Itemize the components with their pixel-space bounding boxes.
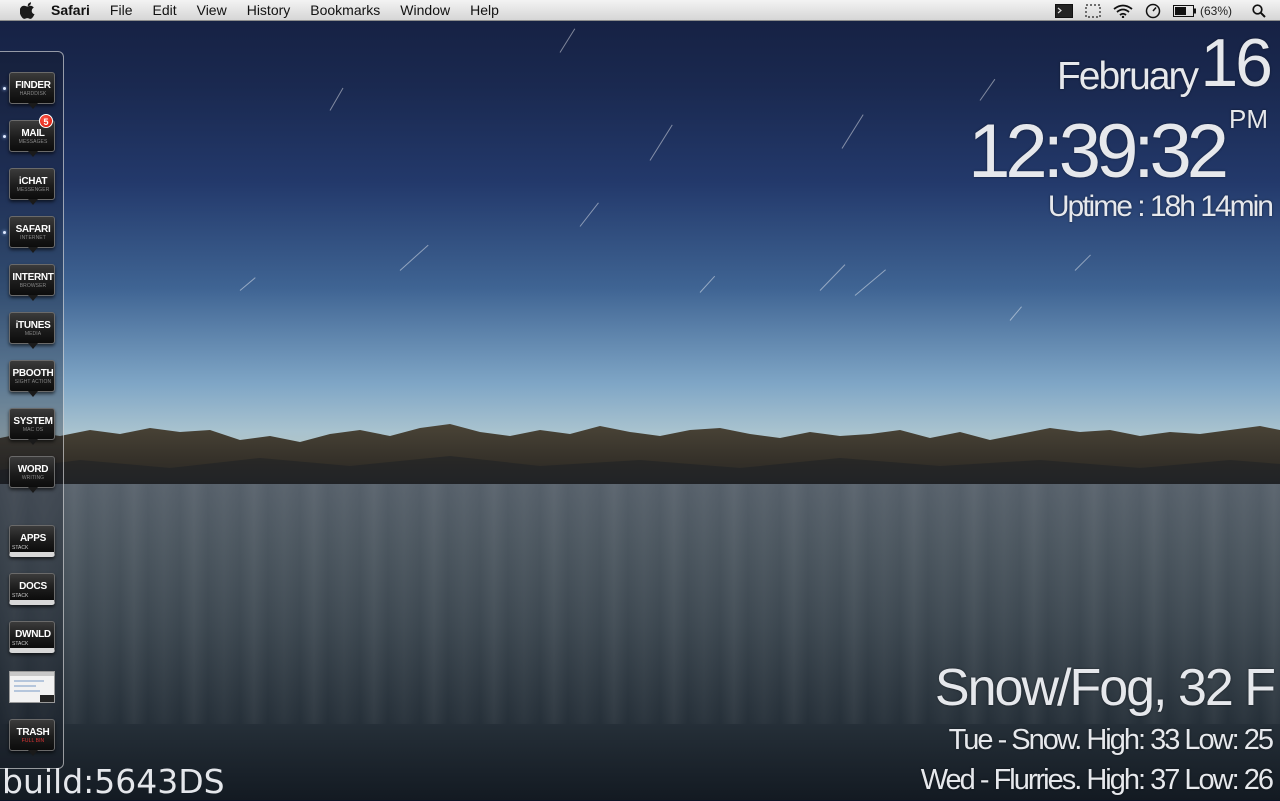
battery-icon [1172, 4, 1196, 17]
dock-item-label: SYSTEM [13, 416, 53, 427]
dock-item-finder[interactable]: FINDER HARDDISK [3, 72, 57, 109]
stack-sublabel: STACK [12, 593, 29, 599]
wifi-icon[interactable] [1113, 4, 1133, 18]
dock-stack-apps[interactable]: APPS STACK [9, 525, 57, 559]
dock-item-label: DOCS [19, 581, 47, 592]
dock: FINDER HARDDISK MAIL MESSAGES 5 iCHAT ME… [0, 51, 64, 769]
dock-item-label: SAFARI [15, 224, 51, 235]
build-label: build:5643DS [2, 762, 225, 801]
dock-item-label: INTERNT [12, 272, 54, 283]
dock-item-sublabel: BROWSER [19, 283, 47, 289]
dock-item-sublabel: MESSENGER [16, 187, 50, 193]
app-menu-safari[interactable]: Safari [47, 0, 100, 21]
menu-window[interactable]: Window [390, 0, 460, 21]
menu-file[interactable]: File [100, 0, 143, 21]
running-indicator [3, 135, 6, 138]
menu-history[interactable]: History [237, 0, 301, 21]
terminal-icon[interactable] [1054, 3, 1073, 18]
running-indicator [3, 231, 6, 234]
menu-bookmarks[interactable]: Bookmarks [300, 0, 390, 21]
dock-item-label: FINDER [15, 80, 51, 91]
dock-item-sublabel: SIGHT ACTION [14, 379, 52, 385]
dock-item-label: DWNLD [15, 629, 51, 640]
menu-view[interactable]: View [187, 0, 237, 21]
stack-sublabel: STACK [12, 545, 29, 551]
uptime-text: Uptime : 18h 14min [1047, 190, 1274, 223]
battery-percent: (63%) [1199, 3, 1232, 18]
dock-item-sublabel: HARDDISK [19, 91, 47, 97]
dock-item-label: WORD [17, 464, 49, 475]
unread-badge: 5 [39, 114, 53, 128]
dock-item-safari[interactable]: SAFARI INTERNET [3, 216, 57, 253]
menu-bar: Safari File Edit View History Bookmarks … [0, 0, 1280, 21]
dock-item-sublabel: INTERNET [20, 235, 46, 241]
dock-item-sublabel: MAC OS [22, 427, 44, 433]
dock-item-system[interactable]: SYSTEM MAC OS [9, 408, 57, 445]
dock-stack-docs[interactable]: DOCS STACK [9, 573, 57, 607]
apple-menu-icon[interactable] [20, 1, 36, 19]
date-day: 16 [1200, 25, 1273, 101]
dock-item-ichat[interactable]: iCHAT MESSENGER [9, 168, 57, 205]
dock-item-mail[interactable]: MAIL MESSAGES 5 [3, 114, 57, 157]
dock-item-label: MAIL [21, 128, 45, 139]
running-indicator [3, 87, 6, 90]
dock-stack-downloads[interactable]: DWNLD STACK [9, 621, 57, 655]
dock-item-photobooth[interactable]: PBOOTH SIGHT ACTION [9, 360, 57, 397]
clock-time: 12:39:32 [968, 109, 1229, 194]
dock-item-internet[interactable]: INTERNT BROWSER [9, 264, 57, 301]
stack-sublabel: STACK [12, 641, 29, 647]
dock-item-label: iTUNES [15, 320, 51, 331]
mountain-range [0, 424, 1280, 490]
dock-item-sublabel: WRITING [21, 475, 45, 481]
dock-minimized-window[interactable] [9, 671, 57, 705]
clock-icon[interactable] [1145, 3, 1161, 19]
menu-edit[interactable]: Edit [142, 0, 186, 21]
dock-item-sublabel: MESSAGES [18, 139, 48, 145]
screen-selection-icon[interactable] [1085, 3, 1101, 18]
dock-item-trash[interactable]: TRASH FULL BIN [9, 719, 57, 756]
spotlight-icon[interactable] [1252, 3, 1266, 18]
dock-item-sublabel: MEDIA [24, 331, 42, 337]
weather-current: Snow/Fog, 32 F [934, 659, 1276, 717]
dock-item-word[interactable]: WORD WRITING [9, 456, 57, 493]
dock-item-label: PBOOTH [12, 368, 54, 379]
dock-item-label: APPS [19, 533, 47, 544]
dock-item-sublabel: FULL BIN [21, 738, 45, 744]
dock-item-itunes[interactable]: iTUNES MEDIA [9, 312, 57, 349]
clock-ampm: PM [1229, 104, 1268, 134]
window-thumbnail [9, 671, 55, 703]
date-month: February [1056, 55, 1199, 98]
battery-indicator[interactable]: (63%) [1172, 3, 1232, 18]
forecast-day-2: Wed - Flurries. High: 37 Low: 26 [920, 764, 1274, 796]
dock-item-label: TRASH [16, 727, 50, 738]
dock-item-label: iCHAT [18, 176, 48, 187]
menu-help[interactable]: Help [460, 0, 509, 21]
forecast-day-1: Tue - Snow. High: 33 Low: 25 [948, 724, 1274, 756]
